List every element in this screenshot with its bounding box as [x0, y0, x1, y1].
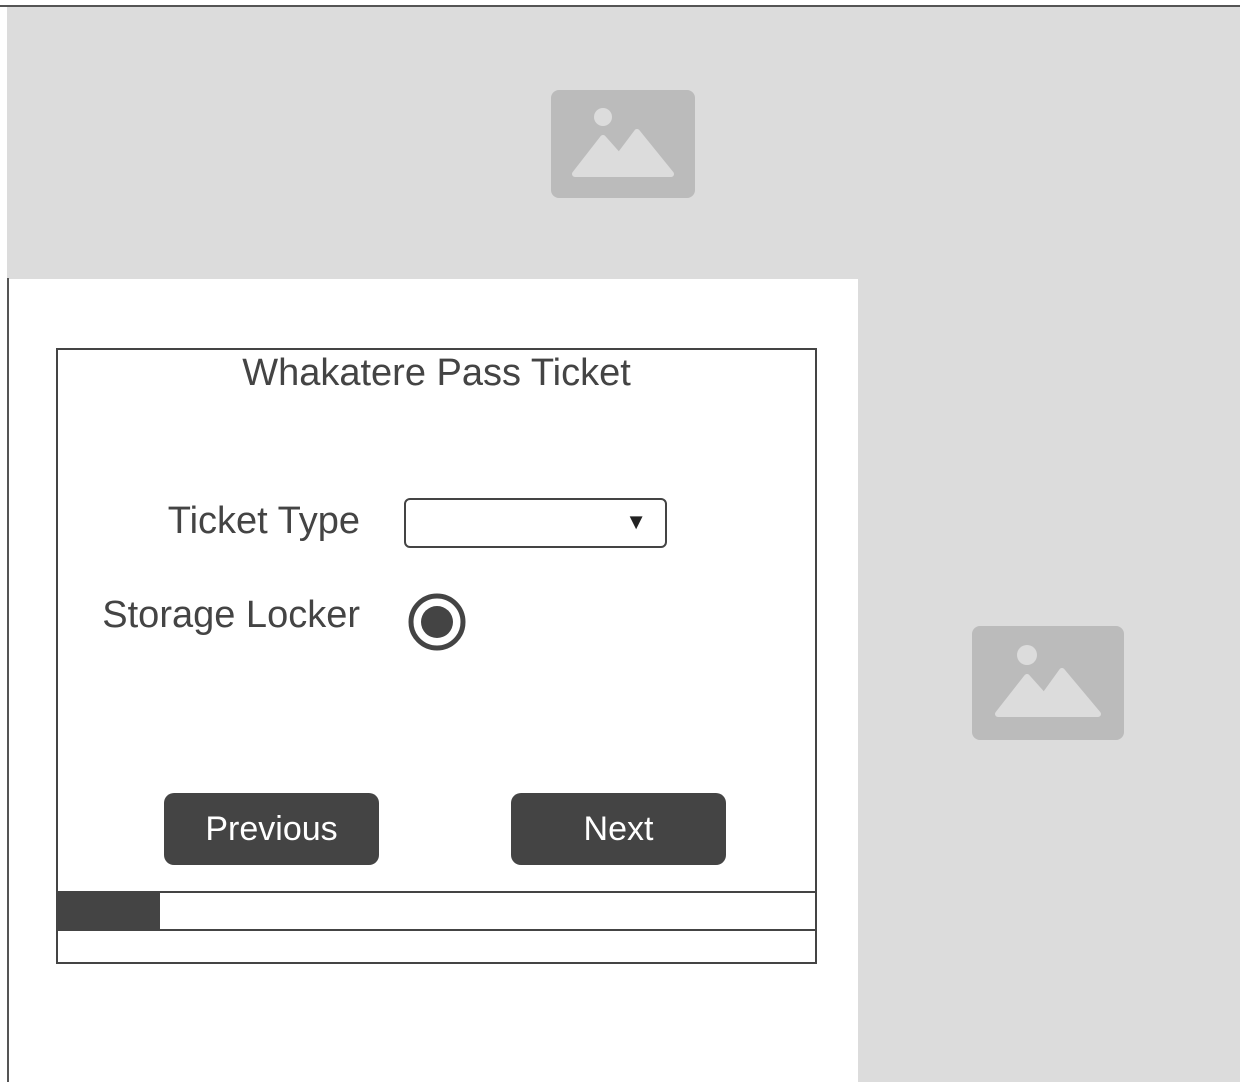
ticket-type-select[interactable]: ▼: [404, 498, 667, 548]
page: Whakatere Pass Ticket Ticket Type ▼ Stor…: [0, 0, 1240, 1082]
dropdown-arrow-icon: ▼: [625, 509, 647, 534]
storage-locker-radio[interactable]: [408, 593, 466, 651]
ticket-form-card: Whakatere Pass Ticket Ticket Type ▼ Stor…: [56, 348, 817, 964]
progress-bar-fill: [58, 893, 160, 929]
image-placeholder-icon: [972, 626, 1124, 740]
left-divider: [7, 278, 9, 1082]
top-divider: [0, 5, 1240, 7]
next-button[interactable]: Next: [511, 793, 726, 865]
progress-bar: [58, 891, 815, 931]
ticket-type-label: Ticket Type: [167, 500, 360, 542]
image-placeholder-icon: [551, 90, 695, 198]
form-title: Whakatere Pass Ticket: [242, 352, 631, 394]
storage-locker-label: Storage Locker: [102, 594, 360, 636]
previous-button[interactable]: Previous: [164, 793, 379, 865]
